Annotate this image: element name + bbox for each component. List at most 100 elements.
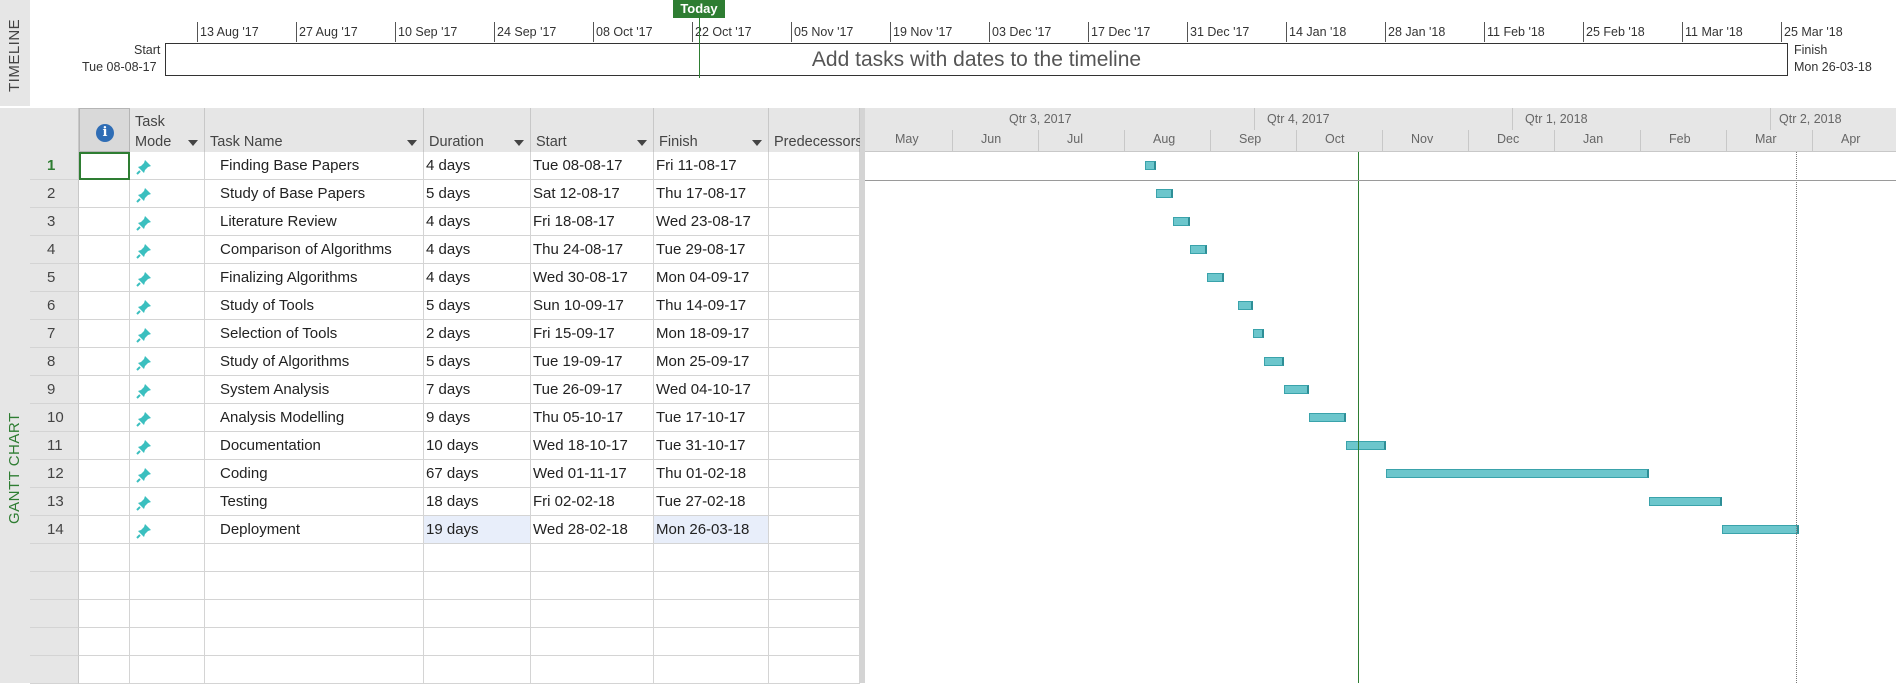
task-name-cell[interactable]: Documentation (205, 432, 424, 460)
start-cell[interactable] (531, 572, 654, 600)
duration-cell[interactable] (424, 628, 531, 656)
task-row[interactable]: 7 Selection of Tools 2 days Fri 15-09-17 Mon… (0, 320, 860, 348)
row-number[interactable] (30, 544, 79, 572)
start-cell[interactable]: Tue 26-09-17 (531, 376, 654, 404)
task-mode-cell[interactable] (130, 488, 205, 516)
task-mode-cell[interactable] (130, 152, 205, 180)
finish-cell[interactable] (654, 628, 769, 656)
task-name-cell[interactable] (205, 628, 424, 656)
task-row[interactable]: 3 Literature Review 4 days Fri 18-08-17 Wed … (0, 208, 860, 236)
task-mode-cell[interactable] (130, 516, 205, 544)
row-number[interactable]: 11 (30, 432, 79, 460)
duration-cell[interactable]: 5 days (424, 348, 531, 376)
row-number[interactable]: 7 (30, 320, 79, 348)
duration-cell[interactable] (424, 600, 531, 628)
predecessors-cell[interactable] (769, 488, 860, 516)
task-mode-cell[interactable] (130, 208, 205, 236)
task-row[interactable]: 6 Study of Tools 5 days Sun 10-09-17 Thu 14-… (0, 292, 860, 320)
task-mode-cell[interactable] (130, 264, 205, 292)
task-mode-cell[interactable] (130, 600, 205, 628)
duration-cell[interactable] (424, 656, 531, 684)
column-header-predecessors[interactable]: Predecessors (769, 108, 863, 152)
start-cell[interactable] (531, 544, 654, 572)
duration-cell[interactable] (424, 572, 531, 600)
indicator-cell[interactable] (79, 320, 130, 348)
empty-row[interactable] (0, 572, 860, 600)
start-cell[interactable]: Wed 01-11-17 (531, 460, 654, 488)
row-number[interactable]: 9 (30, 376, 79, 404)
task-row[interactable]: 1 Finding Base Papers 4 days Tue 08-08-17 Fr… (0, 152, 860, 180)
task-name-cell[interactable]: Coding (205, 460, 424, 488)
task-name-cell[interactable]: Finding Base Papers (205, 152, 424, 180)
row-number[interactable] (30, 656, 79, 684)
gantt-view[interactable]: GANTT CHART i Task Mode Task Name Durati… (0, 108, 1896, 684)
row-number[interactable] (30, 628, 79, 656)
row-header-corner[interactable] (30, 108, 79, 152)
chevron-down-icon[interactable] (752, 140, 762, 146)
indicator-cell[interactable] (79, 208, 130, 236)
task-row[interactable]: 13 Testing 18 days Fri 02-02-18 Tue 27-02-18 (0, 488, 860, 516)
task-name-cell[interactable]: Finalizing Algorithms (205, 264, 424, 292)
task-row[interactable]: 4 Comparison of Algorithms 4 days Thu 24-08… (0, 236, 860, 264)
indicator-cell[interactable] (79, 152, 130, 180)
predecessors-cell[interactable] (769, 320, 860, 348)
finish-cell[interactable] (654, 544, 769, 572)
task-row[interactable]: 10 Analysis Modelling 9 days Thu 05-10-17 Tu… (0, 404, 860, 432)
column-header-task-name[interactable]: Task Name (205, 108, 424, 152)
row-number[interactable] (30, 572, 79, 600)
start-cell[interactable] (531, 628, 654, 656)
predecessors-cell[interactable] (769, 404, 860, 432)
row-number[interactable]: 13 (30, 488, 79, 516)
task-bar[interactable] (1238, 301, 1253, 310)
start-cell[interactable]: Fri 02-02-18 (531, 488, 654, 516)
empty-row[interactable] (0, 600, 860, 628)
task-mode-cell[interactable] (130, 292, 205, 320)
task-name-cell[interactable]: Testing (205, 488, 424, 516)
indicator-cell[interactable] (79, 656, 130, 684)
task-bar[interactable] (1283, 385, 1310, 394)
task-mode-cell[interactable] (130, 544, 205, 572)
row-number[interactable]: 8 (30, 348, 79, 376)
task-name-cell[interactable]: Literature Review (205, 208, 424, 236)
duration-cell[interactable]: 4 days (424, 264, 531, 292)
duration-cell[interactable]: 2 days (424, 320, 531, 348)
finish-cell[interactable] (654, 656, 769, 684)
row-number[interactable]: 5 (30, 264, 79, 292)
indicator-cell[interactable] (79, 544, 130, 572)
task-bar[interactable] (1207, 273, 1225, 282)
chevron-down-icon[interactable] (514, 140, 524, 146)
finish-cell[interactable]: Mon 25-09-17 (654, 348, 769, 376)
task-bar[interactable] (1252, 329, 1264, 338)
duration-cell[interactable]: 4 days (424, 236, 531, 264)
task-name-cell[interactable]: Selection of Tools (205, 320, 424, 348)
indicator-cell[interactable] (79, 460, 130, 488)
predecessors-cell[interactable] (769, 516, 860, 544)
indicator-cell[interactable] (79, 292, 130, 320)
finish-cell[interactable]: Thu 01-02-18 (654, 460, 769, 488)
predecessors-cell[interactable] (769, 572, 860, 600)
predecessors-cell[interactable] (769, 152, 860, 180)
predecessors-cell[interactable] (769, 460, 860, 488)
task-bar[interactable] (1156, 189, 1174, 198)
column-header-duration[interactable]: Duration (424, 108, 531, 152)
task-row[interactable]: 11 Documentation 10 days Wed 18-10-17 Tue 31… (0, 432, 860, 460)
indicator-cell[interactable] (79, 348, 130, 376)
duration-cell[interactable]: 7 days (424, 376, 531, 404)
duration-cell[interactable]: 4 days (424, 152, 531, 180)
row-number[interactable]: 2 (30, 180, 79, 208)
predecessors-cell[interactable] (769, 236, 860, 264)
indicator-cell[interactable] (79, 404, 130, 432)
row-number[interactable]: 6 (30, 292, 79, 320)
task-bar[interactable] (1309, 413, 1346, 422)
task-bar[interactable] (1263, 357, 1284, 366)
indicator-cell[interactable] (79, 600, 130, 628)
task-mode-cell[interactable] (130, 236, 205, 264)
task-name-cell[interactable]: Analysis Modelling (205, 404, 424, 432)
indicator-cell[interactable] (79, 516, 130, 544)
finish-cell[interactable]: Tue 31-10-17 (654, 432, 769, 460)
predecessors-cell[interactable] (769, 600, 860, 628)
predecessors-cell[interactable] (769, 208, 860, 236)
duration-cell[interactable] (424, 544, 531, 572)
indicator-cell[interactable] (79, 572, 130, 600)
task-mode-cell[interactable] (130, 656, 205, 684)
